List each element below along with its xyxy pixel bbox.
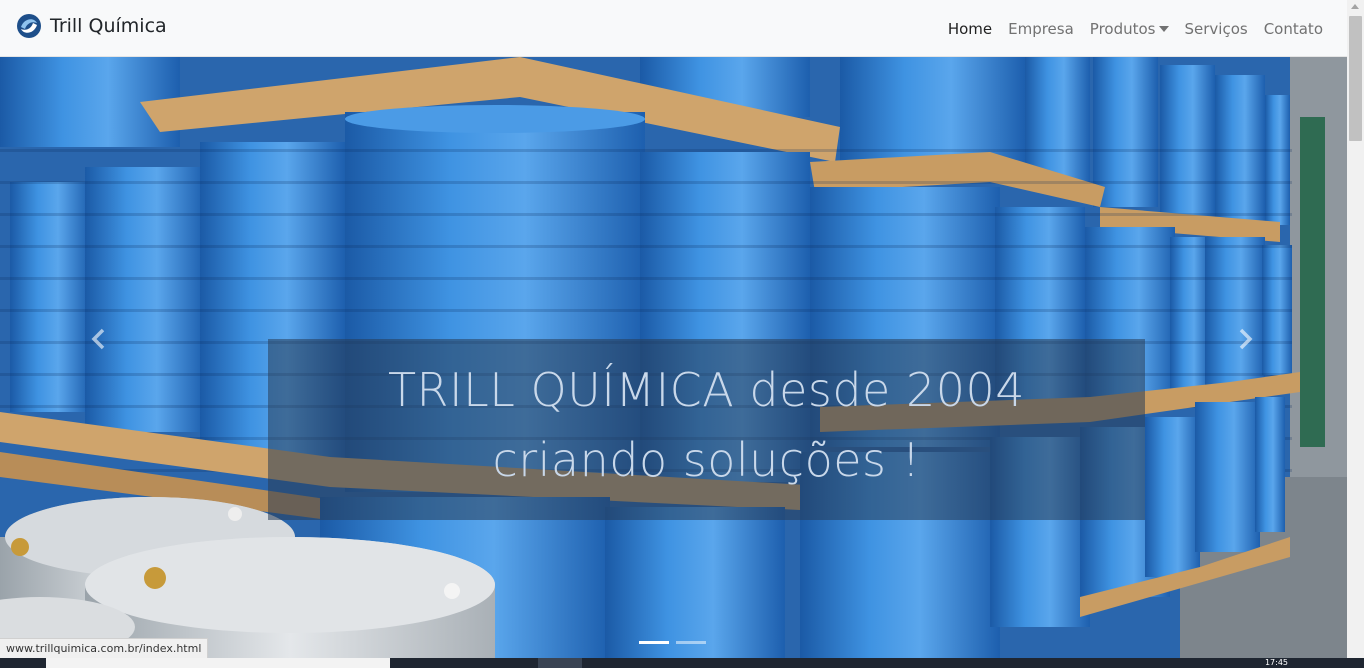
top-navbar: Trill Química Home Empresa Produtos Serv… [0, 0, 1347, 57]
carousel-prev-button[interactable] [80, 319, 120, 359]
chevron-left-icon [91, 328, 105, 350]
taskbar-search-box[interactable] [46, 658, 390, 668]
main-nav: Home Empresa Produtos Serviços Contato [940, 0, 1331, 57]
taskbar-clock: 17:45 [1264, 658, 1288, 667]
carousel-indicator-2[interactable] [676, 641, 706, 644]
chevron-right-icon [1239, 328, 1253, 350]
taskbar-active-app[interactable] [538, 658, 582, 668]
nav-produtos[interactable]: Produtos [1082, 20, 1177, 38]
trill-logo-icon [17, 14, 41, 38]
nav-empresa[interactable]: Empresa [1000, 20, 1082, 38]
brand-name: Trill Química [50, 15, 167, 37]
status-bar-url: www.trillquimica.com.br/index.html [0, 638, 209, 659]
hero-carousel: TRILL QUÍMICA desde 2004 criando soluçõe… [0, 57, 1347, 658]
caret-down-icon [1158, 26, 1169, 32]
nav-home[interactable]: Home [940, 20, 1000, 38]
caption-line-1: TRILL QUÍMICA desde 2004 [387, 363, 1026, 417]
nav-servicos[interactable]: Serviços [1177, 20, 1256, 38]
nav-produtos-label: Produtos [1089, 19, 1156, 38]
page-scrollbar[interactable] [1347, 0, 1364, 658]
carousel-indicators [639, 641, 706, 644]
carousel-caption: TRILL QUÍMICA desde 2004 criando soluçõe… [268, 339, 1145, 520]
brand-link[interactable]: Trill Química [16, 13, 167, 39]
nav-contato[interactable]: Contato [1256, 20, 1331, 38]
carousel-next-button[interactable] [1227, 319, 1267, 359]
carousel-indicator-1[interactable] [639, 641, 669, 644]
os-taskbar: 17:45 [0, 658, 1364, 668]
scroll-thumb[interactable] [1349, 16, 1362, 141]
caption-line-2: criando soluções ! [492, 433, 921, 487]
scroll-up-icon[interactable] [1351, 4, 1359, 9]
